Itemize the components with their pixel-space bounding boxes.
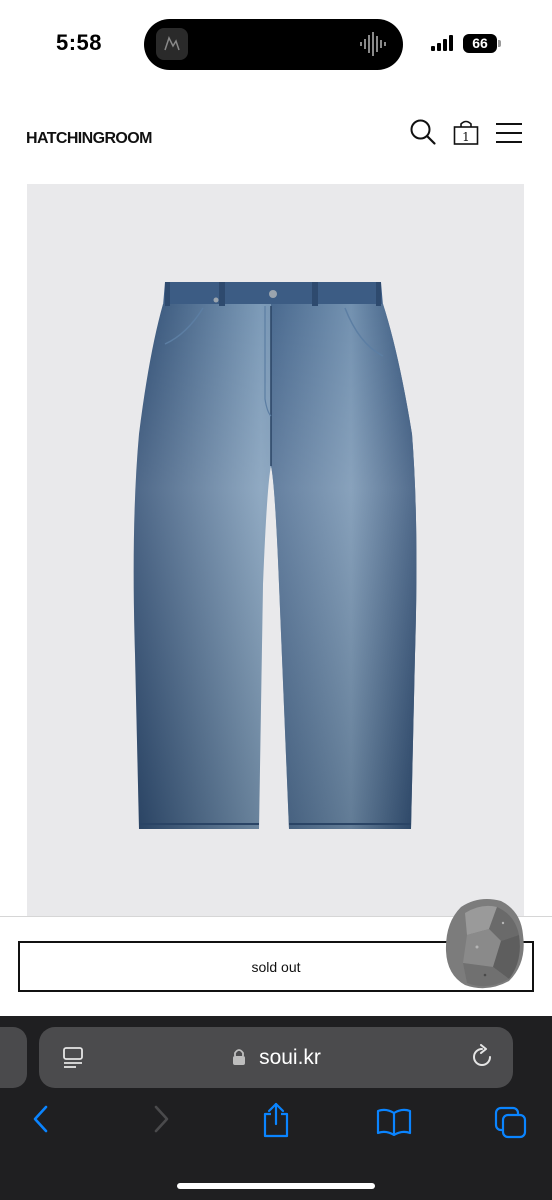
cellular-signal-icon: [431, 35, 453, 51]
book-icon[interactable]: [376, 1108, 412, 1136]
url-text: soui.kr: [39, 1027, 513, 1088]
audio-wave-icon: [360, 32, 386, 56]
browser-toolbar: soui.kr: [0, 1016, 552, 1200]
floating-rock-image[interactable]: [443, 893, 527, 993]
url-label: soui.kr: [259, 1046, 321, 1069]
chevron-right-icon[interactable]: [150, 1104, 172, 1134]
battery-icon: 66: [463, 34, 497, 53]
search-icon[interactable]: [409, 118, 437, 146]
dynamic-island: [144, 19, 403, 70]
status-time: 5:58: [56, 30, 103, 55]
cart-icon[interactable]: 1: [453, 120, 479, 146]
chevron-left-icon[interactable]: [30, 1104, 52, 1134]
tabs-icon[interactable]: [494, 1106, 528, 1140]
status-bar: 5:58 66: [0, 0, 552, 90]
home-indicator: [177, 1183, 375, 1189]
previous-tab-preview[interactable]: [0, 1027, 27, 1088]
battery-level: 66: [472, 35, 488, 51]
jeans-photo: [133, 282, 417, 829]
reload-icon[interactable]: [469, 1044, 495, 1070]
cart-count: 1: [462, 130, 470, 144]
sold-out-label: sold out: [251, 958, 301, 975]
menu-icon[interactable]: [495, 122, 523, 144]
address-bar[interactable]: soui.kr: [39, 1027, 513, 1088]
share-icon[interactable]: [260, 1102, 292, 1138]
product-image[interactable]: [27, 184, 524, 916]
site-header: HATCHINGROOM 1: [0, 110, 552, 160]
battery-nub: [498, 40, 501, 47]
now-playing-artwork: [156, 28, 188, 60]
site-logo[interactable]: HATCHINGROOM: [26, 130, 152, 148]
